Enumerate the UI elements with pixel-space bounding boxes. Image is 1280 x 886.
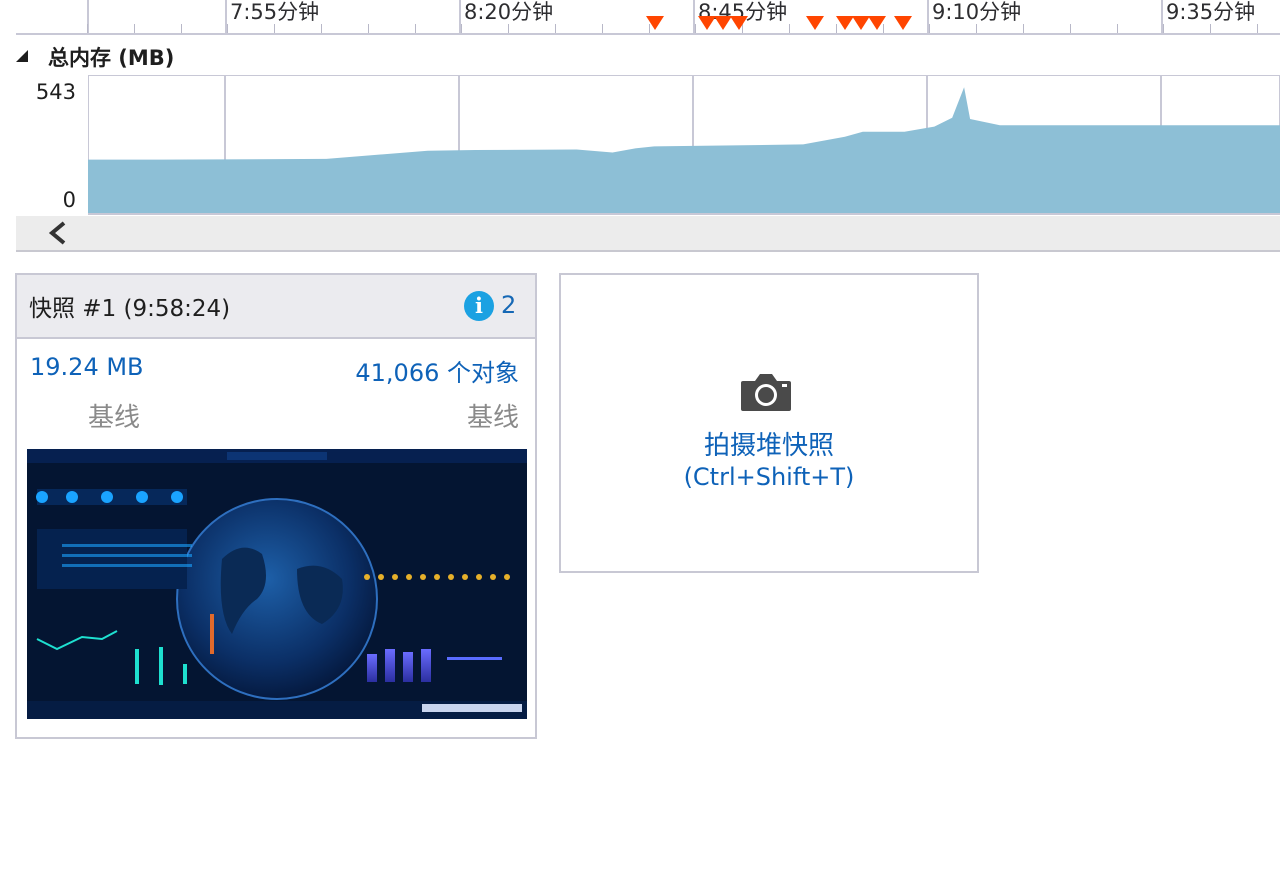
heap-size-link[interactable]: 19.24 MB (30, 353, 144, 381)
event-marker[interactable] (806, 16, 824, 30)
snapshot-card[interactable]: 快照 #1 (9:58:24) i 2 19.24 MB 41,066 个对象 … (15, 273, 537, 739)
take-snapshot-label: 拍摄堆快照 (703, 431, 834, 461)
memory-section-header[interactable]: 总内存 (MB) (16, 42, 174, 72)
y-axis-min-label: 0 (62, 188, 76, 212)
ruler-minor-tick (415, 24, 416, 33)
ruler-minor-tick (1163, 24, 1164, 33)
ruler-minor-tick (1023, 24, 1024, 33)
tick-label: 9:35分钟 (1166, 0, 1256, 24)
ruler-minor-tick (321, 24, 322, 33)
ruler-minor-tick (555, 24, 556, 33)
ruler-minor-tick (1070, 24, 1071, 33)
dashboard-thumbnail-image (27, 449, 527, 719)
memory-title: 总内存 (MB) (48, 46, 175, 70)
chevron-left-icon[interactable] (46, 219, 72, 247)
snapshot-header: 快照 #1 (9:58:24) i 2 (17, 275, 535, 339)
tick-label: 8:20分钟 (464, 0, 554, 24)
ruler-minor-tick (1117, 24, 1118, 33)
ruler-baseline (16, 33, 1280, 35)
info-icon[interactable]: i (464, 291, 494, 321)
ruler-minor-tick (1257, 24, 1258, 33)
ruler-minor-tick (181, 24, 182, 33)
tick-label: 7:55分钟 (230, 0, 320, 24)
ruler-minor-tick (461, 24, 462, 33)
ruler-minor-tick (789, 24, 790, 33)
timeline-scrollbar[interactable] (16, 216, 1280, 252)
ruler-minor-tick (134, 24, 135, 33)
object-count-link[interactable]: 41,066 个对象 (355, 353, 519, 388)
take-snapshot-shortcut: (Ctrl+Shift+T) (683, 463, 855, 491)
memory-usage-chart[interactable] (88, 75, 1280, 215)
objects-baseline-label: 基线 (466, 403, 519, 433)
collapse-triangle-icon[interactable] (16, 50, 28, 62)
ruler-minor-tick (368, 24, 369, 33)
event-marker[interactable] (868, 16, 886, 30)
ruler-minor-tick (87, 24, 88, 33)
snapshot-screenshot-thumbnail[interactable] (27, 449, 527, 719)
ruler-minor-tick (602, 24, 603, 33)
timeline-ruler: 7:55分钟 8:20分钟 8:45分钟 9:10分钟 9:35分钟 (0, 0, 1280, 40)
y-axis-max-label: 543 (35, 80, 76, 104)
camera-icon (741, 374, 791, 411)
snapshot-title: 快照 #1 (9:58:24) (29, 296, 231, 322)
ruler-minor-tick (929, 24, 930, 33)
take-heap-snapshot-button[interactable]: 拍摄堆快照 (Ctrl+Shift+T) (559, 273, 979, 573)
ruler-minor-tick (227, 24, 228, 33)
event-marker[interactable] (730, 16, 748, 30)
size-baseline-label: 基线 (88, 403, 141, 433)
tick-label: 9:10分钟 (932, 0, 1022, 24)
event-marker[interactable] (646, 16, 664, 30)
ruler-minor-tick (695, 24, 696, 33)
event-marker[interactable] (894, 16, 912, 30)
info-count[interactable]: 2 (501, 291, 516, 319)
